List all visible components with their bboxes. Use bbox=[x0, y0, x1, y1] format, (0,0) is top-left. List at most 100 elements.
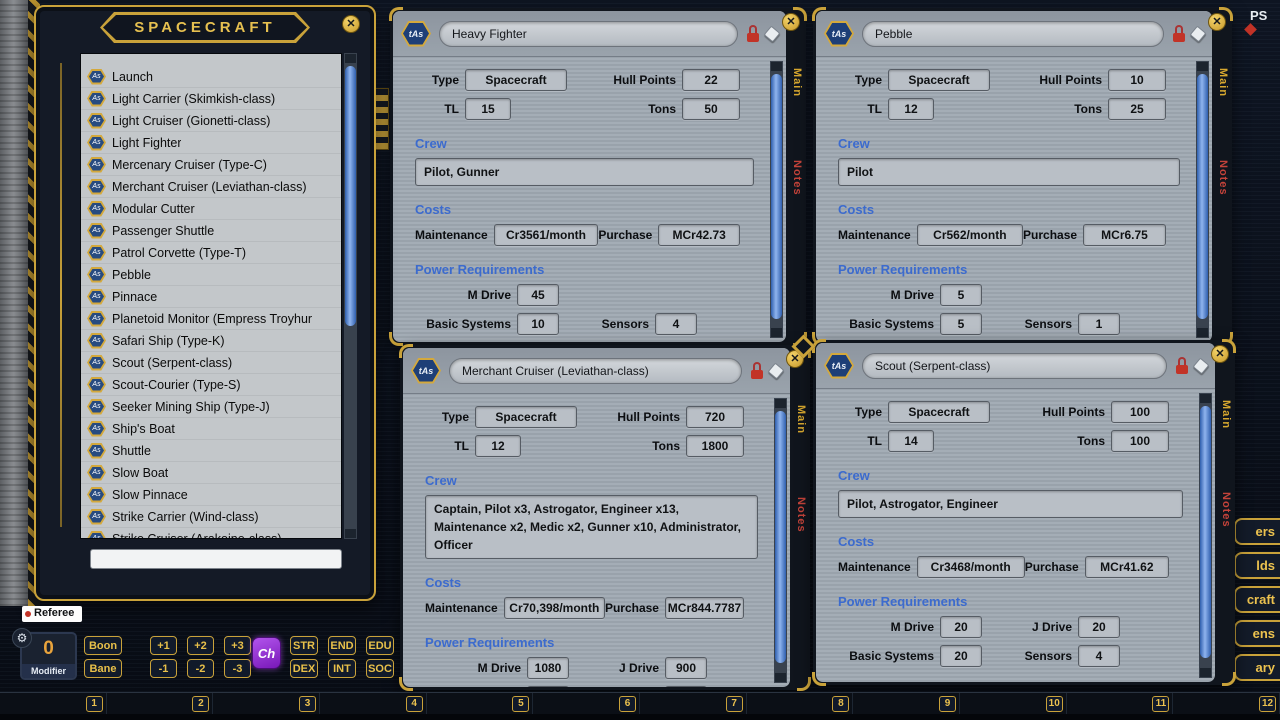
window-title[interactable]: Heavy Fighter bbox=[439, 21, 738, 47]
mdrive-field[interactable]: 5 bbox=[940, 284, 982, 306]
tab-main[interactable]: Main bbox=[1220, 400, 1232, 429]
sidebar-dock-button[interactable]: ary bbox=[1234, 654, 1280, 681]
purchase-field[interactable]: MCr6.75 bbox=[1083, 224, 1166, 246]
list-item[interactable]: As Patrol Corvette (Type-T) bbox=[81, 242, 341, 264]
list-item[interactable]: As Slow Boat bbox=[81, 462, 341, 484]
minus3-button[interactable]: -3 bbox=[224, 659, 251, 678]
die-icon[interactable] bbox=[1190, 25, 1207, 42]
top-right-label[interactable]: PS bbox=[1250, 8, 1267, 23]
maintenance-field[interactable]: Cr70,398/month bbox=[504, 597, 605, 619]
tl-field[interactable]: 15 bbox=[465, 98, 511, 120]
hotkey-slot[interactable]: 3 bbox=[213, 693, 320, 714]
scrollbar[interactable] bbox=[770, 61, 783, 338]
list-item[interactable]: As Safari Ship (Type-K) bbox=[81, 330, 341, 352]
list-item[interactable]: As Strike Carrier (Wind-class) bbox=[81, 506, 341, 528]
list-item[interactable]: As Pebble bbox=[81, 264, 341, 286]
lock-icon[interactable] bbox=[746, 25, 760, 42]
hull-points-field[interactable]: 10 bbox=[1108, 69, 1166, 91]
list-item[interactable]: As Scout-Courier (Type-S) bbox=[81, 374, 341, 396]
chat-button[interactable]: Ch bbox=[252, 637, 281, 669]
type-field[interactable]: Spacecraft bbox=[888, 401, 990, 423]
close-icon[interactable]: ✕ bbox=[1208, 13, 1226, 31]
list-filter-input[interactable] bbox=[90, 549, 342, 569]
basic-systems-field[interactable]: 20 bbox=[940, 645, 982, 667]
tab-notes[interactable]: Notes bbox=[1217, 160, 1229, 196]
window-title[interactable]: Merchant Cruiser (Leviathan-class) bbox=[449, 358, 742, 384]
tons-field[interactable]: 100 bbox=[1111, 430, 1169, 452]
list-item[interactable]: As Light Carrier (Skimkish-class) bbox=[81, 88, 341, 110]
sidebar-dock-button[interactable]: ens bbox=[1234, 620, 1280, 647]
close-icon[interactable]: ✕ bbox=[782, 13, 800, 31]
hotkey-slot[interactable]: 12 bbox=[1173, 693, 1280, 714]
list-item[interactable]: As Scout (Serpent-class) bbox=[81, 352, 341, 374]
maintenance-field[interactable]: Cr3468/month bbox=[917, 556, 1025, 578]
window-title[interactable]: Scout (Serpent-class) bbox=[862, 353, 1167, 379]
options-gear-icon[interactable]: ⚙ bbox=[12, 628, 32, 648]
list-item[interactable]: As Mercenary Cruiser (Type-C) bbox=[81, 154, 341, 176]
scrollbar[interactable] bbox=[1199, 393, 1212, 678]
close-icon[interactable]: ✕ bbox=[342, 15, 360, 33]
hotkey-slot[interactable]: 8 bbox=[747, 693, 854, 714]
type-field[interactable]: Spacecraft bbox=[888, 69, 990, 91]
hull-points-field[interactable]: 100 bbox=[1111, 401, 1169, 423]
list-item[interactable]: As Strike Cruiser (Arakoine-class) bbox=[81, 528, 341, 539]
tab-main[interactable]: Main bbox=[795, 405, 807, 434]
die-icon[interactable] bbox=[768, 362, 785, 379]
jdrive-field[interactable]: 900 bbox=[665, 657, 707, 679]
scrollbar[interactable] bbox=[1196, 61, 1209, 338]
sidebar-dock-button[interactable]: ers bbox=[1234, 518, 1280, 545]
tons-field[interactable]: 25 bbox=[1108, 98, 1166, 120]
hull-points-field[interactable]: 22 bbox=[682, 69, 740, 91]
int-button[interactable]: INT bbox=[328, 659, 356, 678]
type-field[interactable]: Spacecraft bbox=[465, 69, 567, 91]
dex-button[interactable]: DEX bbox=[290, 659, 318, 678]
list-item[interactable]: As Shuttle bbox=[81, 440, 341, 462]
boon-button[interactable]: Boon bbox=[84, 636, 122, 655]
str-button[interactable]: STR bbox=[290, 636, 318, 655]
tl-field[interactable]: 14 bbox=[888, 430, 934, 452]
maintenance-field[interactable]: Cr562/month bbox=[917, 224, 1023, 246]
close-icon[interactable]: ✕ bbox=[1211, 345, 1229, 363]
sidebar-dock-button[interactable]: lds bbox=[1234, 552, 1280, 579]
soc-button[interactable]: SOC bbox=[366, 659, 394, 678]
purchase-field[interactable]: MCr41.62 bbox=[1085, 556, 1169, 578]
type-field[interactable]: Spacecraft bbox=[475, 406, 577, 428]
lock-icon[interactable] bbox=[1175, 357, 1189, 374]
list-item[interactable]: As Seeker Mining Ship (Type-J) bbox=[81, 396, 341, 418]
hotkey-slot[interactable]: 9 bbox=[853, 693, 960, 714]
referee-badge[interactable]: Referee bbox=[22, 606, 82, 622]
tab-notes[interactable]: Notes bbox=[1220, 492, 1232, 528]
sensors-field[interactable]: 4 bbox=[655, 313, 697, 335]
list-item[interactable]: As Pinnace bbox=[81, 286, 341, 308]
sensors-field[interactable]: 1 bbox=[665, 686, 707, 687]
basic-systems-field[interactable]: 5 bbox=[940, 313, 982, 335]
list-item[interactable]: As Launch bbox=[81, 66, 341, 88]
tl-field[interactable]: 12 bbox=[888, 98, 934, 120]
jdrive-field[interactable]: 20 bbox=[1078, 616, 1120, 638]
list-item[interactable]: As Modular Cutter bbox=[81, 198, 341, 220]
tab-notes[interactable]: Notes bbox=[791, 160, 803, 196]
hotkey-slot[interactable]: 11 bbox=[1067, 693, 1174, 714]
hotkey-slot[interactable]: 1 bbox=[0, 693, 107, 714]
maintenance-field[interactable]: Cr3561/month bbox=[494, 224, 599, 246]
list-item[interactable]: As Light Cruiser (Gionetti-class) bbox=[81, 110, 341, 132]
bane-button[interactable]: Bane bbox=[84, 659, 122, 678]
crew-field[interactable]: Pilot, Gunner bbox=[415, 158, 754, 186]
hotkey-slot[interactable]: 5 bbox=[427, 693, 534, 714]
mdrive-field[interactable]: 20 bbox=[940, 616, 982, 638]
lock-icon[interactable] bbox=[750, 362, 764, 379]
hotkey-slot[interactable]: 2 bbox=[107, 693, 214, 714]
crew-field[interactable]: Captain, Pilot x3, Astrogator, Engineer … bbox=[425, 495, 758, 559]
sidebar-dock-button[interactable]: craft bbox=[1234, 586, 1280, 613]
mdrive-field[interactable]: 1080 bbox=[527, 657, 569, 679]
die-icon[interactable] bbox=[1193, 357, 1210, 374]
plus3-button[interactable]: +3 bbox=[224, 636, 251, 655]
tab-main[interactable]: Main bbox=[791, 68, 803, 97]
purchase-field[interactable]: MCr42.73 bbox=[658, 224, 740, 246]
list-item[interactable]: As Passenger Shuttle bbox=[81, 220, 341, 242]
minus2-button[interactable]: -2 bbox=[187, 659, 214, 678]
purchase-field[interactable]: MCr844.7787 bbox=[665, 597, 744, 619]
window-title[interactable]: Pebble bbox=[862, 21, 1164, 47]
tab-notes[interactable]: Notes bbox=[795, 497, 807, 533]
minus1-button[interactable]: -1 bbox=[150, 659, 177, 678]
